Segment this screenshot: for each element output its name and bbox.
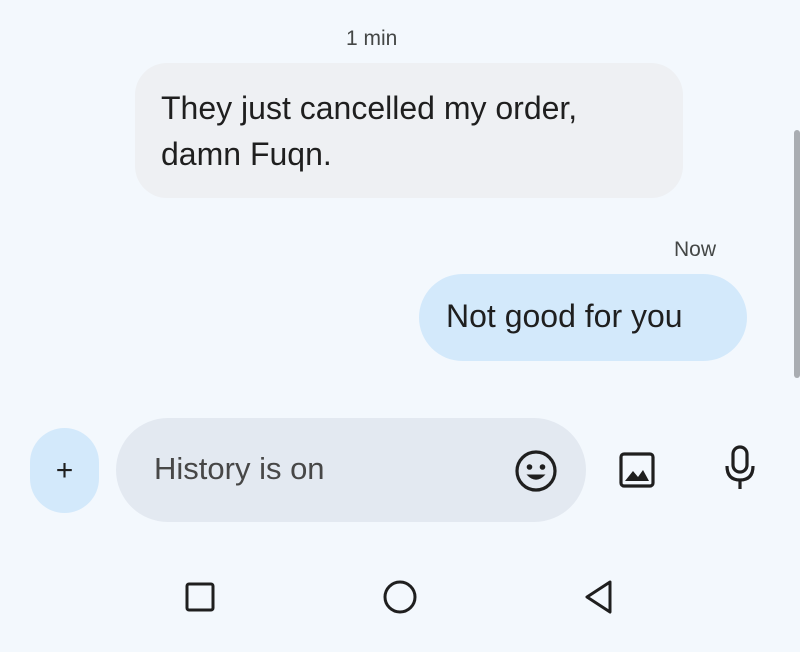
message-text-line: They just cancelled my order, — [161, 90, 578, 126]
nav-back-button[interactable] — [574, 575, 622, 623]
message-timestamp: 1 min — [346, 27, 398, 50]
message-input[interactable]: History is on — [116, 418, 586, 522]
nav-recents-button[interactable] — [176, 575, 224, 623]
scrollbar[interactable] — [794, 130, 800, 378]
emoji-icon[interactable] — [513, 448, 559, 494]
circle-icon — [380, 577, 420, 622]
square-icon — [180, 577, 220, 622]
triangle-back-icon — [578, 577, 618, 622]
input-placeholder: History is on — [154, 451, 325, 486]
message-text-line: Not good for you — [446, 298, 683, 334]
incoming-message-bubble[interactable]: They just cancelled my order, damn Fuqn. — [135, 63, 683, 198]
message-timestamp: Now — [674, 238, 717, 261]
nav-home-button[interactable] — [376, 575, 424, 623]
image-icon[interactable] — [613, 446, 661, 494]
microphone-icon[interactable] — [716, 444, 764, 492]
message-text-line: damn Fuqn. — [161, 136, 332, 172]
add-attachment-button[interactable]: + — [30, 428, 99, 513]
plus-icon: + — [55, 453, 74, 487]
outgoing-message-bubble[interactable]: Not good for you — [419, 274, 747, 361]
